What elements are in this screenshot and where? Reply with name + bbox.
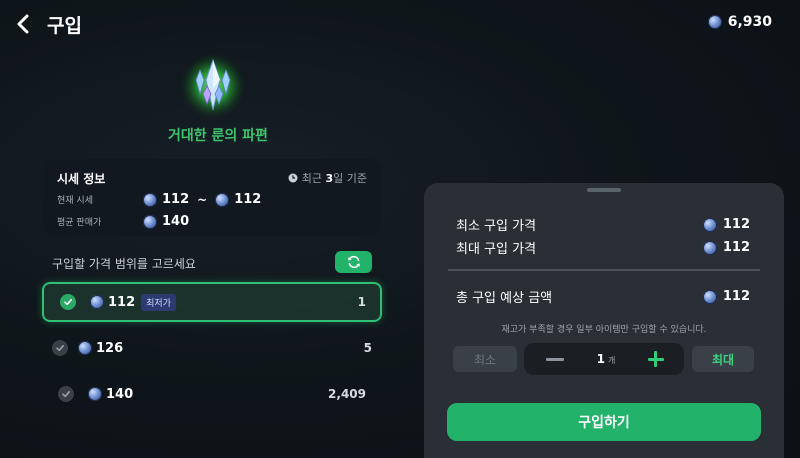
min-price-value: 112 xyxy=(722,217,750,232)
quantity-display: 1개 xyxy=(597,352,616,366)
option-quantity: 5 xyxy=(363,341,372,355)
check-icon xyxy=(60,294,76,310)
quantity-unit: 개 xyxy=(607,356,616,365)
option-price: 140 xyxy=(106,386,134,402)
clock-icon xyxy=(288,173,298,183)
coin-icon xyxy=(78,341,92,355)
rune-shard-icon xyxy=(178,48,248,119)
basis-prefix: 최근 xyxy=(301,172,326,185)
avg-price-label: 평균 판매가 xyxy=(57,218,102,228)
coin-icon xyxy=(143,192,157,207)
price-option-1[interactable]: 112 최저가 1 xyxy=(42,282,382,322)
avg-price-value: 140 xyxy=(162,214,190,229)
drag-handle[interactable] xyxy=(587,188,621,192)
balance-value: 6,930 xyxy=(727,14,772,30)
price-option-2[interactable]: 126 5 xyxy=(42,328,382,368)
coin-icon xyxy=(702,217,717,232)
current-price-row: 현재 시세 112 ~ 112 xyxy=(57,192,261,207)
basis-suffix: 일 기준 xyxy=(333,172,367,185)
minus-icon[interactable] xyxy=(546,357,564,361)
price-range-label: 구입할 가격 범위를 고르세요 xyxy=(52,257,196,271)
stock-notice: 재고가 부족할 경우 일부 아이템만 구입할 수 있습니다. xyxy=(501,325,707,335)
option-quantity: 2,409 xyxy=(328,387,366,401)
max-price-row: 최대 구입 가격 112 xyxy=(456,238,750,257)
price-option-3[interactable]: 140 2,409 xyxy=(42,374,382,414)
check-icon xyxy=(58,386,74,402)
coin-icon xyxy=(215,192,230,207)
current-price-max: 112 xyxy=(234,192,262,207)
min-price-label: 최소 구입 가격 xyxy=(456,219,537,234)
current-price-label: 현재 시세 xyxy=(57,196,93,206)
current-price-min: 112 xyxy=(162,192,190,207)
currency-balance: 6,930 xyxy=(707,14,772,30)
quantity-stepper: 1개 xyxy=(524,343,684,375)
total-value: 112 xyxy=(722,289,750,304)
avg-price-row: 평균 판매가 140 xyxy=(57,214,189,229)
coin-icon xyxy=(143,214,157,229)
refresh-button[interactable] xyxy=(335,251,372,273)
total-row: 총 구입 예상 금액 112 xyxy=(456,287,750,306)
buy-button[interactable]: 구입하기 xyxy=(447,403,761,441)
check-icon xyxy=(52,340,68,356)
market-basis: 최근 3일 기준 xyxy=(288,170,367,186)
coin-icon xyxy=(90,295,104,309)
back-button[interactable] xyxy=(14,12,34,36)
basis-days: 3 xyxy=(325,172,334,185)
page-title: 구입 xyxy=(47,15,82,37)
divider xyxy=(448,269,760,271)
quantity-value: 1 xyxy=(596,352,605,366)
item-name: 거대한 룬의 파편 xyxy=(168,128,268,144)
coin-icon xyxy=(702,289,717,304)
coin-icon xyxy=(702,240,717,255)
refresh-icon xyxy=(347,255,360,269)
max-price-label: 최대 구입 가격 xyxy=(456,242,537,257)
max-price-value: 112 xyxy=(722,240,750,255)
chevron-left-icon xyxy=(17,14,29,34)
total-label: 총 구입 예상 금액 xyxy=(456,291,553,306)
min-quantity-button[interactable]: 최소 xyxy=(453,346,517,372)
coin-icon xyxy=(88,387,102,401)
plus-icon[interactable] xyxy=(647,351,664,367)
option-price: 112 xyxy=(108,294,136,310)
market-info-title: 시세 정보 xyxy=(57,172,106,186)
market-info-card: 시세 정보 최근 3일 기준 현재 시세 112 ~ 112 평균 판매가 14… xyxy=(43,159,381,236)
purchase-panel: 최소 구입 가격 112 최대 구입 가격 112 총 구입 예상 금액 112… xyxy=(424,183,784,458)
min-price-row: 최소 구입 가격 112 xyxy=(456,215,750,234)
coin-icon xyxy=(707,15,722,29)
range-tilde: ~ xyxy=(197,192,208,207)
max-quantity-button[interactable]: 최대 xyxy=(692,346,754,372)
option-quantity: 1 xyxy=(357,295,366,309)
lowest-price-badge: 최저가 xyxy=(141,293,176,311)
option-price: 126 xyxy=(96,340,124,356)
